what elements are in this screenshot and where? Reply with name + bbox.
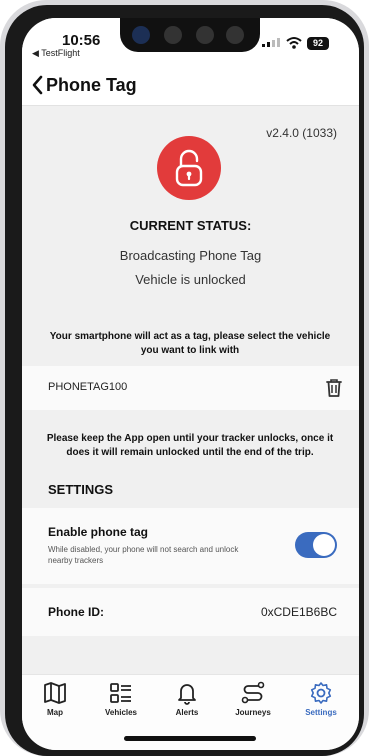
sensor-icon <box>196 26 214 44</box>
tag-name: PHONETAG100 <box>48 381 128 393</box>
settings-heading: SETTINGS <box>48 482 114 497</box>
enable-phone-tag-description: While disabled, your phone will not sear… <box>48 545 239 565</box>
app-screen: 10:56 ◀ TestFlight 92 Phone Tag v2.4.0 (… <box>22 18 359 750</box>
bell-icon <box>178 684 196 705</box>
status-time: 10:56 <box>62 32 101 49</box>
lock-status-badge <box>157 136 221 200</box>
camera-notch <box>120 18 260 52</box>
tab-journeys[interactable]: Journeys <box>220 681 286 723</box>
link-instruction: Your smartphone will act as a tag, pleas… <box>49 331 331 356</box>
sensor-icon <box>226 26 244 44</box>
signal-icon <box>262 38 280 47</box>
status-broadcasting: Broadcasting Phone Tag <box>119 248 262 263</box>
phone-id-label: Phone ID: <box>48 605 104 619</box>
back-to-testflight[interactable]: ◀ TestFlight <box>32 48 80 59</box>
home-indicator[interactable] <box>124 736 256 741</box>
nav-bar: Phone Tag <box>22 64 359 106</box>
enable-phone-tag-toggle[interactable] <box>295 532 337 558</box>
tab-label: Map <box>47 708 63 717</box>
current-status-title: CURRENT STATUS: <box>129 218 252 233</box>
tag-list-item[interactable]: PHONETAG100 <box>22 366 359 410</box>
back-chevron-icon[interactable] <box>28 72 48 98</box>
keep-open-note: Please keep the App open until your trac… <box>46 433 334 458</box>
phone-id-value: 0xCDE1B6BC <box>260 605 337 619</box>
enable-phone-tag-row: Enable phone tag While disabled, your ph… <box>22 508 359 584</box>
map-icon <box>44 682 66 704</box>
route-icon <box>241 681 265 704</box>
tab-label: Vehicles <box>104 708 138 717</box>
camera-icon <box>132 26 150 44</box>
tab-label: Settings <box>305 708 337 717</box>
trash-icon[interactable] <box>323 377 345 399</box>
sensor-icon <box>164 26 182 44</box>
tab-settings[interactable]: Settings <box>288 681 354 723</box>
page-title: Phone Tag <box>46 75 137 95</box>
status-bar: 10:56 ◀ TestFlight 92 <box>22 18 359 64</box>
battery-icon: 92 <box>307 37 329 50</box>
vehicles-icon <box>110 683 131 703</box>
tab-label: Journeys <box>235 708 271 717</box>
tab-alerts[interactable]: Alerts <box>154 681 220 723</box>
enable-phone-tag-label: Enable phone tag <box>48 525 149 539</box>
unlock-icon <box>175 149 203 187</box>
wifi-icon <box>286 37 302 49</box>
app-version: v2.4.0 (1033) <box>266 126 337 140</box>
phone-id-row: Phone ID: 0xCDE1B6BC <box>22 588 359 636</box>
toggle-knob <box>313 534 335 556</box>
status-vehicle: Vehicle is unlocked <box>135 272 246 287</box>
gear-icon <box>310 682 332 704</box>
tab-label: Alerts <box>175 708 199 717</box>
tab-vehicles[interactable]: Vehicles <box>88 681 154 723</box>
tab-map[interactable]: Map <box>22 681 88 723</box>
